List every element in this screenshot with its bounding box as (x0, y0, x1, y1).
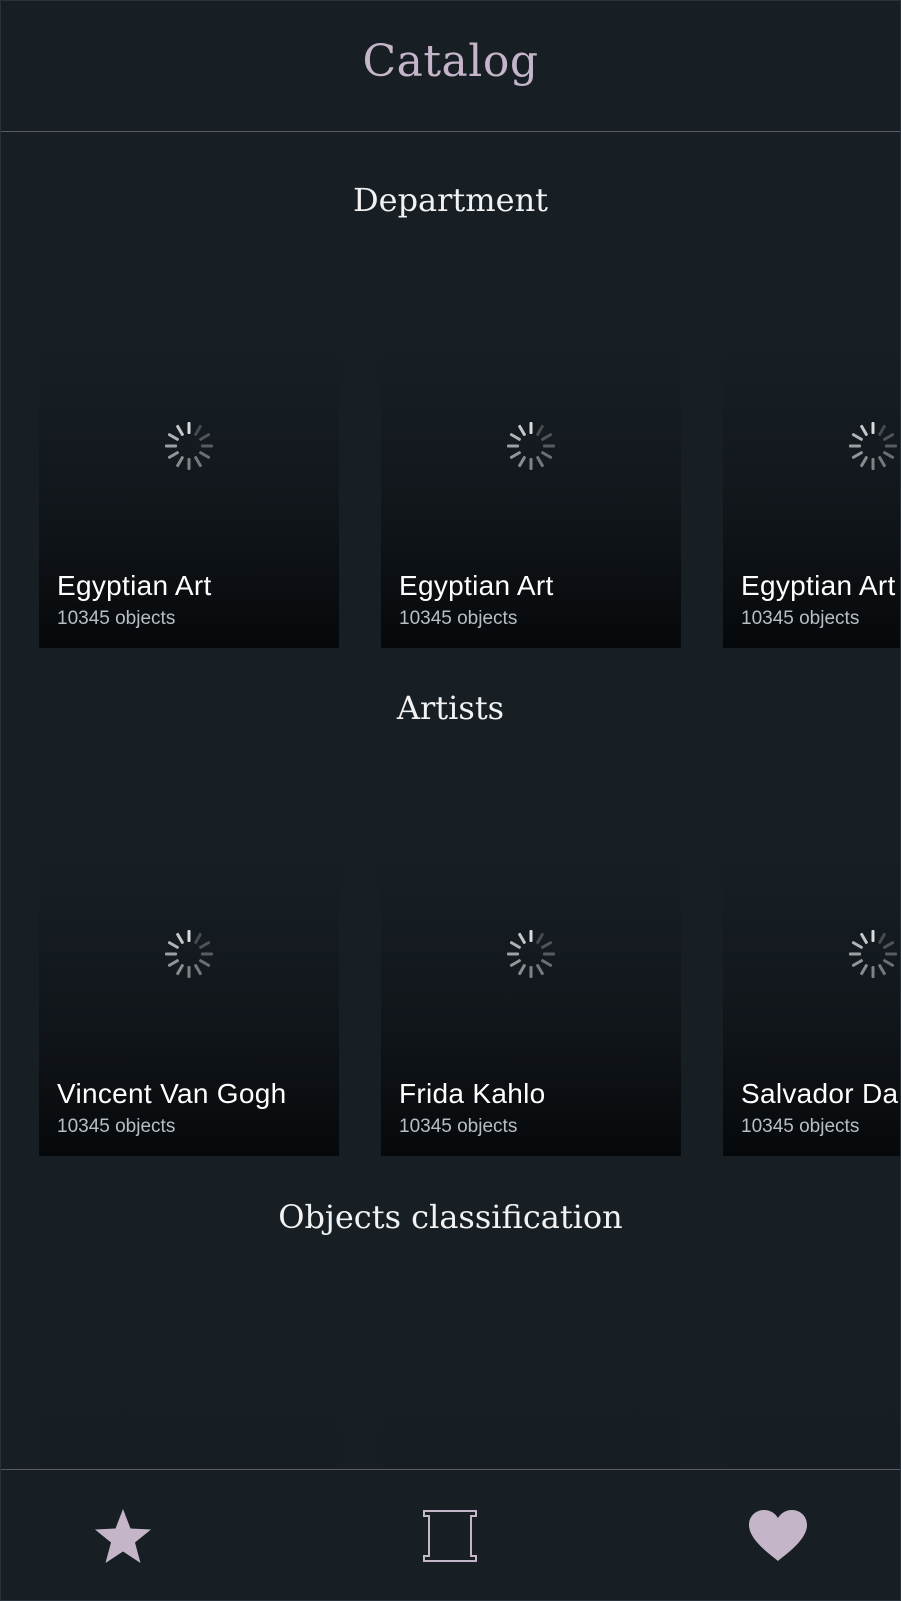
tab-catalog[interactable] (415, 1506, 485, 1566)
classification-carousel[interactable] (0, 1365, 901, 1469)
card-title: Salvador Dali (741, 1078, 901, 1109)
app-header: Catalog (0, 0, 901, 132)
card-object-count: 10345 objects (57, 608, 176, 629)
loading-spinner-icon (847, 928, 899, 980)
tab-favorites[interactable] (743, 1506, 813, 1566)
page-title: Catalog (362, 36, 539, 87)
classification-card[interactable] (39, 1365, 339, 1469)
department-card[interactable]: Egyptian Art 10345 objects (723, 348, 901, 648)
frame-icon (423, 1510, 477, 1562)
artist-card[interactable]: Vincent Van Gogh 10345 objects (39, 856, 339, 1156)
star-icon (95, 1509, 151, 1563)
artists-carousel[interactable]: Vincent Van Gogh 10345 objects Frida Kah… (0, 856, 901, 1156)
card-object-count: 10345 objects (741, 1116, 860, 1137)
loading-spinner-icon (847, 420, 899, 472)
card-title: Egyptian Art (57, 570, 212, 601)
card-object-count: 10345 objects (399, 608, 518, 629)
card-title: Frida Kahlo (399, 1078, 546, 1109)
catalog-scroll-area[interactable]: Department Egyptian Art 10345 objects Eg… (0, 133, 901, 1469)
department-card[interactable]: Egyptian Art 10345 objects (381, 348, 681, 648)
loading-spinner-icon (505, 420, 557, 472)
card-title: Vincent Van Gogh (57, 1078, 287, 1109)
artist-card[interactable]: Frida Kahlo 10345 objects (381, 856, 681, 1156)
catalog-screen: Catalog Department Egyptian Art 10345 ob… (0, 0, 901, 1601)
classification-card[interactable] (723, 1365, 901, 1469)
artist-card[interactable]: Salvador Dali 10345 objects (723, 856, 901, 1156)
loading-spinner-icon (505, 928, 557, 980)
card-object-count: 10345 objects (399, 1116, 518, 1137)
tab-featured[interactable] (88, 1506, 158, 1566)
card-title: Egyptian Art (399, 570, 554, 601)
department-card[interactable]: Egyptian Art 10345 objects (39, 348, 339, 648)
bottom-tab-bar (0, 1469, 901, 1601)
section-title-objects-classification: Objects classification (278, 1198, 623, 1236)
heart-icon (749, 1510, 807, 1561)
section-title-artists: Artists (396, 689, 505, 727)
loading-spinner-icon (163, 928, 215, 980)
card-object-count: 10345 objects (741, 608, 860, 629)
department-carousel[interactable]: Egyptian Art 10345 objects Egyptian Art … (0, 348, 901, 648)
section-title-department: Department (352, 181, 549, 219)
classification-card[interactable] (381, 1365, 681, 1469)
card-object-count: 10345 objects (57, 1116, 176, 1137)
card-title: Egyptian Art (741, 570, 896, 601)
loading-spinner-icon (163, 420, 215, 472)
